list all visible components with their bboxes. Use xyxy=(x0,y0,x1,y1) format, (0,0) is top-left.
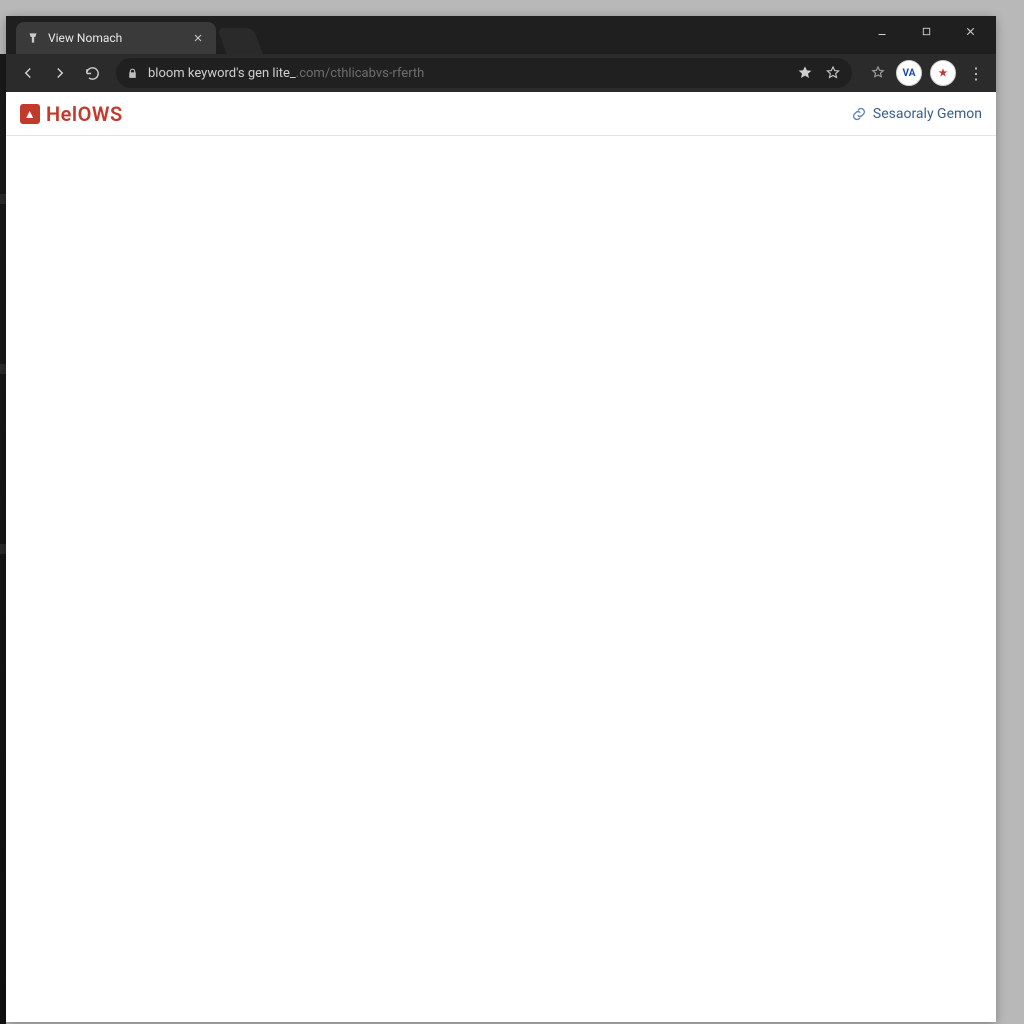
url-text: bloom keyword's gen lite_.com/cthlicabvs… xyxy=(148,66,424,81)
browser-toolbar: bloom keyword's gen lite_.com/cthlicabvs… xyxy=(6,54,996,92)
titlebar: View Nomach xyxy=(6,16,996,54)
address-bar-actions xyxy=(796,64,842,82)
back-button[interactable] xyxy=(14,59,42,87)
lock-icon xyxy=(126,67,140,80)
page-viewport: ▲ HelOWS Sesaoraly Gemon xyxy=(6,92,996,1022)
url-path: .com/cthlicabvs-rferth xyxy=(296,66,425,81)
kebab-menu-icon[interactable]: ⋮ xyxy=(964,64,988,83)
link-icon xyxy=(851,106,867,122)
close-window-button[interactable] xyxy=(948,16,992,46)
new-tab-button[interactable] xyxy=(217,28,262,54)
page-body xyxy=(6,136,996,1022)
address-bar[interactable]: bloom keyword's gen lite_.com/cthlicabvs… xyxy=(116,58,852,88)
tab-title: View Nomach xyxy=(48,31,122,45)
site-brand[interactable]: ▲ HelOWS xyxy=(20,102,123,126)
forward-button[interactable] xyxy=(46,59,74,87)
toolbar-right-cluster: VA ★ ⋮ xyxy=(862,60,988,86)
header-link-label: Sesaoraly Gemon xyxy=(873,106,982,122)
tab-favicon-icon xyxy=(26,31,40,45)
bookmark-filled-icon[interactable] xyxy=(796,64,814,82)
tab-close-icon[interactable] xyxy=(190,30,206,46)
maximize-button[interactable] xyxy=(904,16,948,46)
extension-1-label: VA xyxy=(903,68,916,79)
extension-2-label: ★ xyxy=(939,68,948,79)
browser-tab[interactable]: View Nomach xyxy=(16,22,216,54)
site-header: ▲ HelOWS Sesaoraly Gemon xyxy=(6,92,996,136)
window-controls xyxy=(860,16,992,46)
brand-logo-icon: ▲ xyxy=(20,104,40,124)
browser-window: View Nomach xyxy=(6,16,996,1022)
url-host: bloom keyword's gen lite_ xyxy=(148,66,296,81)
reload-button[interactable] xyxy=(78,59,106,87)
brand-name: HelOWS xyxy=(46,102,123,126)
extension-slot-1[interactable]: VA xyxy=(896,60,922,86)
bookmark-outline-icon[interactable] xyxy=(824,64,842,82)
extension-slot-2[interactable]: ★ xyxy=(930,60,956,86)
brand-logo-glyph: ▲ xyxy=(24,107,36,121)
minimize-button[interactable] xyxy=(860,16,904,46)
extensions-icon[interactable] xyxy=(868,63,888,83)
header-link[interactable]: Sesaoraly Gemon xyxy=(851,106,982,122)
